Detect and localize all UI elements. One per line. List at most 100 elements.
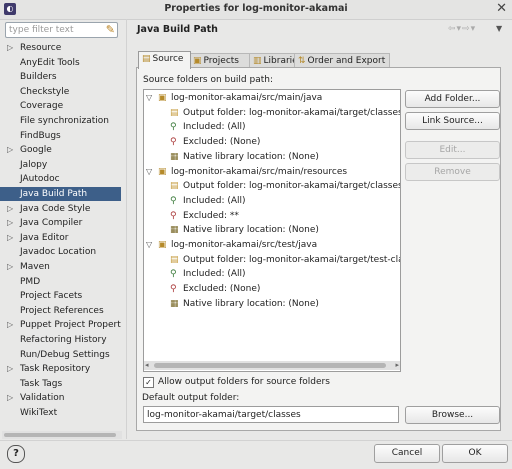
source-tree-scroll-thumb[interactable] [154,363,386,368]
browse-button[interactable]: Browse... [405,406,500,424]
category-label: Google [20,145,52,156]
add-folder-button[interactable]: Add Folder... [405,90,500,108]
category-item[interactable]: ▷ Maven [0,260,121,274]
category-item[interactable]: Coverage [0,99,121,113]
projects-icon: ▣ [193,56,202,66]
category-item[interactable]: AnyEdit Tools [0,56,121,70]
category-label: Refactoring History [20,335,107,345]
source-folder-attribute[interactable]: ▤ Output folder: log-monitor-akamai/targe… [144,106,400,120]
tab-order-and-export[interactable]: ⇅ Order and Export [294,53,390,68]
category-label: Puppet Project Properties [20,320,121,331]
expand-arrow-icon[interactable]: ▷ [7,143,13,157]
source-folder-attribute[interactable]: ▤ Output folder: log-monitor-akamai/targe… [144,179,400,193]
source-folder-attribute[interactable]: ▤ Output folder: log-monitor-akamai/targe… [144,253,401,267]
default-output-field[interactable] [143,406,399,423]
tree-horizontal-scrollbar[interactable] [2,431,122,439]
category-item[interactable]: Builders [0,70,121,84]
collapse-arrow-icon[interactable]: ▽ [146,91,152,105]
category-label: FindBugs [20,130,61,141]
expand-arrow-icon[interactable]: ▷ [7,216,13,230]
category-item[interactable]: ▷ Task Repository [0,362,121,376]
edit-button[interactable]: Edit... [405,141,500,159]
source-tree-text: Excluded: (None) [183,284,261,295]
source-folders-tree[interactable]: ▦ Native library location: (None) ⚲ Exclude… [143,89,401,372]
category-item[interactable]: Javadoc Location [0,245,121,259]
category-item[interactable]: ▷ Google [0,143,121,157]
category-label: Coverage [20,101,64,112]
category-item[interactable]: ▷ Resource [0,41,121,55]
cancel-button[interactable]: Cancel [374,444,440,463]
remove-button[interactable]: Remove [405,163,500,181]
tab-projects[interactable]: ▣ Projects [189,53,250,68]
source-folder-attribute[interactable]: ⚲ Included: (All) [144,120,400,134]
scroll-left-icon[interactable]: ◂ [145,361,149,369]
exclusion-filter-icon: ⚲ [170,210,177,221]
category-item[interactable]: FindBugs [0,129,121,143]
expand-arrow-icon[interactable]: ▷ [7,391,13,405]
tab-libraries[interactable]: ▥ Libraries [249,53,302,68]
category-item[interactable]: PMD [0,275,121,289]
help-icon[interactable]: ? [7,445,25,463]
default-output-input[interactable] [144,407,398,422]
category-item[interactable]: Project References [0,304,121,318]
link-source-button[interactable]: Link Source... [405,112,500,130]
category-item[interactable]: ▷ Validation [0,391,121,405]
tab-source[interactable]: ▤ Source [138,51,191,69]
source-folder-attribute[interactable]: ⚲ Included: (All) [144,194,400,208]
category-label: AnyEdit Tools [20,57,80,68]
package-folder-icon: ▣ [158,240,167,250]
expand-arrow-icon[interactable]: ▷ [7,202,13,216]
category-item[interactable]: Project Facets [0,289,121,303]
expand-arrow-icon[interactable]: ▷ [7,260,13,274]
category-item[interactable]: ▷ Java Compiler [0,216,121,230]
expand-arrow-icon[interactable]: ▷ [7,41,13,55]
view-menu-icon[interactable]: ▼ [496,24,502,33]
category-item[interactable]: Java Build Path [0,187,121,201]
source-folder-attribute[interactable]: ⚲ Excluded: (None) [144,282,400,296]
close-icon[interactable]: ✕ [496,1,507,16]
tree-scroll-thumb[interactable] [4,433,116,437]
category-item[interactable]: File synchronization [0,114,121,128]
source-folder-attribute[interactable]: ⚲ Excluded: ** [144,209,400,223]
filter-input[interactable] [6,23,102,37]
expand-arrow-icon[interactable]: ▷ [7,362,13,376]
category-label: Project Facets [20,291,83,302]
scroll-right-icon[interactable]: ▸ [395,361,399,369]
expand-arrow-icon[interactable]: ▷ [7,318,13,332]
category-label: Run/Debug Settings [20,349,110,360]
category-item[interactable]: Task Tags [0,377,121,391]
splitter[interactable] [126,19,127,439]
source-folder-attribute[interactable]: ▦ Native library location: (None) [144,150,400,164]
source-folder-attribute[interactable]: ⚲ Included: (All) [144,267,400,281]
ok-button[interactable]: OK [442,444,508,463]
checkbox-check-icon[interactable]: ✓ [143,377,154,388]
category-label: File synchronization [20,116,109,126]
category-item[interactable]: ▷ Java Code Style [0,202,121,216]
source-folder-attribute[interactable]: ▦ Native library location: (None) [144,223,400,237]
clear-filter-icon[interactable]: ✎ [106,23,115,36]
source-folder-item[interactable]: ▽ ▣ log-monitor-akamai/src/main/resources [144,165,400,179]
category-item[interactable]: WikiText [0,406,121,420]
source-folder-item[interactable]: ▽ ▣ log-monitor-akamai/src/test/java [144,238,400,252]
category-item[interactable]: Jalopy [0,158,121,172]
source-tree-scrollbar[interactable]: ◂ ▸ [144,361,400,370]
category-label: Resource [20,43,62,53]
category-item[interactable]: Refactoring History [0,333,121,347]
filter-field[interactable]: ✎ [5,22,118,38]
source-folder-attribute[interactable]: ⚲ Excluded: (None) [144,135,400,149]
package-folder-icon: ▣ [158,93,167,103]
back-forward-arrows[interactable]: ⇦▾⇨▾ [448,24,476,34]
source-folder-item[interactable]: ▽ ▣ log-monitor-akamai/src/main/java [144,91,400,105]
category-item[interactable]: ▷ Puppet Project Properties [0,318,121,332]
collapse-arrow-icon[interactable]: ▽ [146,165,152,179]
category-item[interactable]: ▷ Java Editor [0,231,121,245]
source-folder-attribute[interactable]: ▦ Native library location: (None) [144,297,400,311]
source-tree-text: Excluded: (None) [183,137,261,148]
source-tree-text: Output folder: log-monitor-akamai/target… [183,254,401,265]
expand-arrow-icon[interactable]: ▷ [7,231,13,245]
collapse-arrow-icon[interactable]: ▽ [146,238,152,252]
category-item[interactable]: Checkstyle [0,85,121,99]
category-item[interactable]: JAutodoc [0,172,121,186]
native-library-icon: ▦ [170,225,179,236]
category-item[interactable]: Run/Debug Settings [0,348,121,362]
